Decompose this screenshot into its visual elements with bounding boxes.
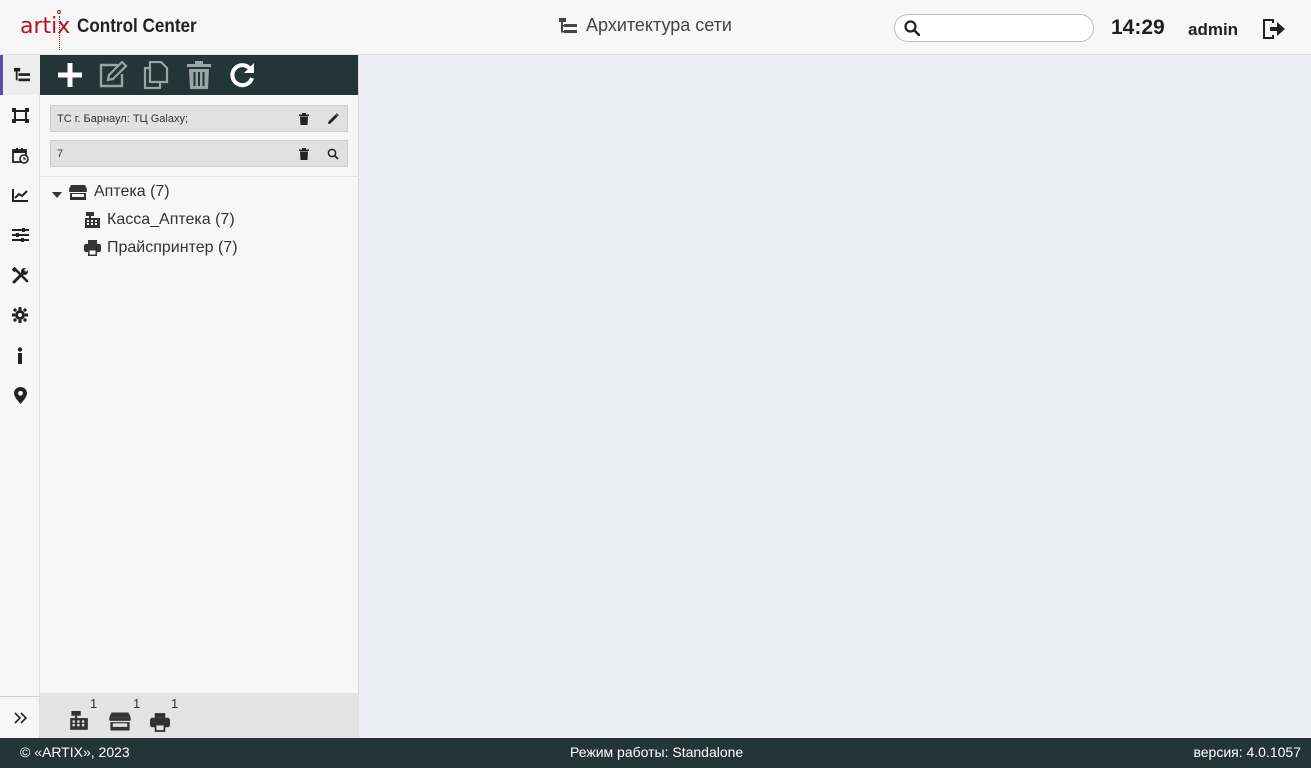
logout-icon <box>1263 19 1285 39</box>
counter-value: 1 <box>133 696 141 711</box>
add-button[interactable] <box>55 60 85 90</box>
tree-node-root[interactable]: Аптека (7) <box>52 183 170 201</box>
status-footer: © «ARTIX», 2023 Режим работы: Standalone… <box>0 738 1311 768</box>
search-icon <box>327 148 339 160</box>
trash-icon <box>187 61 211 89</box>
store-counter[interactable]: 1 <box>108 696 141 732</box>
clear-search-filter-button[interactable] <box>296 146 312 162</box>
tree-node-price-printer[interactable]: Прайспринтер (7) <box>84 239 238 257</box>
counter-value: 1 <box>90 696 98 711</box>
clock: 14:29 <box>1111 16 1165 39</box>
tree-node-cash-register[interactable]: Касса_Аптека (7) <box>84 211 235 229</box>
map-pin-icon <box>13 386 27 404</box>
store-icon <box>69 184 87 200</box>
copy-icon <box>143 61 169 89</box>
search-filter[interactable]: 7 <box>50 140 348 167</box>
panel-toolbar <box>40 55 358 95</box>
network-tree-panel: ТС г. Барнаул: ТЦ Galaxy; 7 Аптека (7) К… <box>40 55 359 738</box>
search-icon <box>904 20 920 36</box>
panel-divider <box>40 176 359 177</box>
location-filter-value: ТС г. Барнаул: ТЦ Galaxy; <box>57 113 189 125</box>
store-icon <box>109 712 131 731</box>
work-mode-text: Режим работы: Standalone <box>570 744 744 760</box>
tree-structure-icon <box>559 17 577 33</box>
cash-register-counter[interactable]: 1 <box>69 696 98 732</box>
copy-button[interactable] <box>141 60 171 90</box>
frame-icon <box>11 107 29 123</box>
page-title: Архитектура сети <box>558 15 732 36</box>
delete-button[interactable] <box>184 60 214 90</box>
chart-line-icon <box>11 189 28 202</box>
printer-icon <box>84 240 101 256</box>
gear-icon <box>12 307 28 323</box>
nav-schedule[interactable] <box>0 135 40 175</box>
nav-reports[interactable] <box>0 175 40 215</box>
cash-register-icon <box>70 711 88 730</box>
search-input[interactable] <box>925 18 1085 38</box>
wrench-screwdriver-icon <box>11 266 28 283</box>
nav-settings[interactable] <box>0 295 40 335</box>
calendar-clock-icon <box>11 147 29 164</box>
app-name: Control Center <box>77 16 197 37</box>
nav-info[interactable] <box>0 335 40 375</box>
edit-button[interactable] <box>98 60 128 90</box>
location-filter[interactable]: ТС г. Барнаул: ТЦ Galaxy; <box>50 105 348 132</box>
cash-register-icon <box>85 211 100 228</box>
edit-icon <box>99 61 128 88</box>
tree-node-label: Аптека (7) <box>94 183 170 200</box>
logout-button[interactable] <box>1261 17 1287 46</box>
plus-icon <box>58 63 82 87</box>
caret-down-icon[interactable] <box>52 191 62 199</box>
search-filter-button[interactable] <box>325 146 341 162</box>
edit-location-filter-button[interactable] <box>325 111 341 127</box>
main-content-area <box>360 55 1311 738</box>
trash-icon <box>299 148 309 160</box>
version-text: версия: 4.0.1057 <box>1193 744 1301 760</box>
page-title-text: Архитектура сети <box>586 15 732 35</box>
nav-location[interactable] <box>0 375 40 415</box>
panel-footer-counters: 1 1 1 <box>40 693 359 738</box>
counter-value: 1 <box>171 696 179 711</box>
tree-structure-icon <box>13 67 30 82</box>
app-logo[interactable]: artix Control Center <box>20 8 210 50</box>
nav-devices[interactable] <box>0 95 40 135</box>
left-nav-rail <box>0 55 40 738</box>
printer-counter[interactable]: 1 <box>150 696 179 732</box>
clear-location-filter-button[interactable] <box>296 111 312 127</box>
global-search[interactable] <box>894 14 1094 42</box>
copyright-text: © «ARTIX», 2023 <box>20 744 130 760</box>
refresh-button[interactable] <box>227 60 257 90</box>
expand-rail-button[interactable] <box>0 696 40 738</box>
nav-tools[interactable] <box>0 255 40 295</box>
nav-network-architecture[interactable] <box>0 55 40 95</box>
refresh-icon <box>230 63 254 88</box>
tree-node-label: Касса_Аптека (7) <box>107 211 235 228</box>
pencil-icon <box>328 113 339 124</box>
tree-node-label: Прайспринтер (7) <box>107 239 238 256</box>
sliders-icon <box>11 228 29 242</box>
top-header: artix Control Center Архитектура сети 14… <box>0 0 1311 55</box>
nav-filters[interactable] <box>0 215 40 255</box>
artix-logo: artix <box>20 10 70 50</box>
search-filter-value: 7 <box>57 148 64 160</box>
trash-icon <box>299 113 309 125</box>
printer-icon <box>150 713 170 732</box>
double-chevron-right-icon <box>13 711 27 724</box>
info-icon <box>17 346 23 364</box>
user-name[interactable]: admin <box>1188 20 1238 40</box>
